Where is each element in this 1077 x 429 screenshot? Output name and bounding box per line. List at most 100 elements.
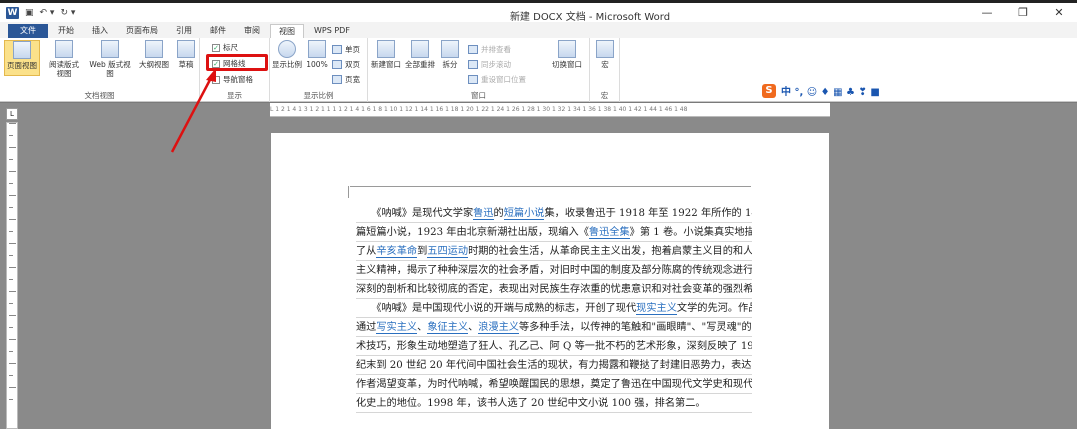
ribbon: 页面视图 阅读版式 视图 Web 版式视图 大纲视图 草稿 文档视图 ✓ 标尺 ✓…: [0, 38, 1077, 102]
split-button[interactable]: 拆分: [438, 40, 462, 69]
text-run: 的: [493, 208, 504, 219]
print-layout-button[interactable]: 页面视图: [4, 40, 40, 76]
text-run: 作者渴望变革，为时代呐喊，希望唤醒国民的思想，奠定了鲁迅在中国现代文学史和现代文: [356, 379, 752, 390]
text-run: 纪末到 20 世纪 20 年代间中国社会生活的现状，有力揭露和鞭挞了封建旧恶势力…: [356, 360, 752, 371]
ruler-tick: [9, 327, 13, 328]
group-window: 新建窗口 全部重排 拆分 并排查看 同步滚动 重设窗口位置 切换窗口 窗口: [368, 38, 590, 102]
tab-page-layout[interactable]: 页面布局: [118, 24, 166, 38]
tab-view[interactable]: 视图: [270, 24, 304, 38]
hyperlink[interactable]: 五四运动: [427, 246, 469, 258]
hyperlink[interactable]: 辛亥革命: [376, 246, 418, 258]
text-line[interactable]: 化史上的地位。1998 年，该书人选了 20 世纪中文小说 100 强，排名第二…: [356, 394, 752, 413]
ruler-tick: [9, 219, 16, 220]
split-icon: [441, 40, 459, 58]
ruler-checkbox[interactable]: ✓ 标尺: [212, 42, 238, 53]
redo-icon[interactable]: ↻ ▾: [60, 8, 75, 18]
ruler-tick: [9, 375, 13, 376]
text-line[interactable]: 作者渴望变革，为时代呐喊，希望唤醒国民的思想，奠定了鲁迅在中国现代文学史和现代文: [356, 375, 752, 394]
word-app-icon[interactable]: W: [6, 6, 19, 19]
one-page-button[interactable]: 单页: [332, 44, 360, 55]
text-run: 深刻的剖析和比较彻底的否定，表现出对民族生存浓重的忧患意识和对社会变革的强烈希望…: [356, 284, 752, 295]
horizontal-ruler[interactable]: L 1 2 1 4 1 3 1 2 1 1 1 1 2 1 4 1 6 1 8 …: [270, 103, 830, 117]
zoom-button[interactable]: 显示比例: [272, 40, 302, 69]
macros-icon: [596, 40, 614, 58]
switch-windows-button[interactable]: 切换窗口: [548, 40, 586, 69]
new-window-button[interactable]: 新建窗口: [370, 40, 402, 69]
tab-home[interactable]: 开始: [50, 24, 82, 38]
two-pages-button[interactable]: 双页: [332, 59, 360, 70]
reset-window-position-button[interactable]: 重设窗口位置: [468, 74, 526, 85]
new-window-icon: [377, 40, 395, 58]
restore-button[interactable]: ❐: [1005, 3, 1041, 22]
hyperlink[interactable]: 象征主义: [427, 322, 469, 334]
ruler-tick: [9, 243, 16, 244]
ruler-tick: [9, 399, 13, 400]
text-line[interactable]: 主义精神，揭示了种种深层次的社会矛盾，对旧时中国的制度及部分陈腐的传统观念进行了: [356, 261, 752, 280]
outline-icon: [145, 40, 163, 58]
text-run: 化史上的地位。1998 年，该书人选了 20 世纪中文小说 100 强，排名第二…: [356, 398, 706, 409]
tab-references[interactable]: 引用: [168, 24, 200, 38]
window-title: 新建 DOCX 文档 - Microsoft Word: [509, 12, 671, 23]
view-side-by-side-button[interactable]: 并排查看: [468, 44, 511, 55]
tab-stop-selector[interactable]: L: [6, 108, 18, 120]
full-screen-reading-button[interactable]: 阅读版式 视图: [44, 40, 84, 78]
one-page-icon: [332, 45, 342, 54]
zoom-100-button[interactable]: 100%: [304, 40, 330, 69]
ruler-tick: [9, 315, 16, 316]
outline-button[interactable]: 大纲视图: [136, 40, 172, 69]
vertical-ruler[interactable]: [6, 122, 18, 429]
sogou-logo-icon: S: [762, 83, 776, 98]
sync-scroll-icon: [468, 60, 478, 69]
hyperlink[interactable]: 短篇小说: [503, 208, 545, 220]
text-line[interactable]: 深刻的剖析和比较彻底的否定，表现出对民族生存浓重的忧患意识和对社会变革的强烈希望…: [356, 280, 752, 299]
hyperlink[interactable]: 鲁迅: [473, 208, 494, 220]
web-layout-button[interactable]: Web 版式视图: [86, 40, 134, 78]
minimize-button[interactable]: —: [969, 3, 1005, 22]
ruler-tick: [9, 303, 13, 304]
hyperlink[interactable]: 现实主义: [636, 303, 677, 315]
magnifier-icon: [278, 40, 296, 58]
header-divider: [350, 186, 751, 187]
text-run: 、: [468, 322, 479, 333]
text-line[interactable]: 纪末到 20 世纪 20 年代间中国社会生活的现状，有力揭露和鞭挞了封建旧恶势力…: [356, 356, 752, 375]
page-width-button[interactable]: 页宽: [332, 74, 360, 85]
ruler-tick: [9, 171, 16, 172]
text-line[interactable]: 术技巧，形象生动地塑造了狂人、孔乙己、阿 Q 等一批不朽的艺术形象，深刻反映了 …: [356, 337, 752, 356]
tab-mailings[interactable]: 邮件: [202, 24, 234, 38]
text-run: 等多种手法，以传神的笔触和"画眼睛"、"写灵魂"的艺: [519, 322, 752, 333]
tab-file[interactable]: 文件: [8, 24, 48, 38]
ruler-tick: [9, 207, 13, 208]
text-line[interactable]: 通过写实主义、象征主义、浪漫主义等多种手法，以传神的笔触和"画眼睛"、"写灵魂"…: [356, 318, 752, 337]
text-line[interactable]: 篇短篇小说，1923 年由北京新潮社出版，现编入《鲁迅全集》第 1 卷。小说集真…: [356, 223, 752, 242]
text-run: 术技巧，形象生动地塑造了狂人、孔乙己、阿 Q 等一批不朽的艺术形象，深刻反映了 …: [356, 341, 752, 352]
page-width-icon: [332, 75, 342, 84]
tab-review[interactable]: 审阅: [236, 24, 268, 38]
navigation-pane-checkbox[interactable]: 导航窗格: [212, 74, 253, 85]
ruler-tick: [9, 195, 16, 196]
text-line[interactable]: 了从辛亥革命到五四运动时期的社会生活，从革命民主主义出发，抱着启蒙主义目的和人道: [356, 242, 752, 261]
save-icon[interactable]: ▣: [25, 8, 34, 18]
sogou-ime-toolbar[interactable]: S中 °, ☺ ♦ ▦ ♣ ❣ ■: [762, 83, 880, 98]
undo-icon[interactable]: ↶ ▾: [40, 8, 55, 18]
hyperlink[interactable]: 鲁迅全集: [588, 227, 630, 239]
draft-button[interactable]: 草稿: [174, 40, 198, 69]
text-run: 到: [417, 246, 428, 257]
tab-insert[interactable]: 插入: [84, 24, 116, 38]
macros-button[interactable]: 宏: [594, 40, 616, 69]
web-layout-icon: [101, 40, 119, 58]
group-document-views: 页面视图 阅读版式 视图 Web 版式视图 大纲视图 草稿 文档视图: [0, 38, 200, 102]
synchronous-scrolling-button[interactable]: 同步滚动: [468, 59, 511, 70]
ruler-tick: [9, 147, 16, 148]
close-button[interactable]: ✕: [1041, 3, 1077, 22]
tab-wps-pdf[interactable]: WPS PDF: [306, 24, 358, 38]
page-100-icon: [308, 40, 326, 58]
document-body[interactable]: 《呐喊》是现代文学家鲁迅的短篇小说集，收录鲁迅于 1918 年至 1922 年所…: [356, 204, 752, 413]
side-by-side-icon: [468, 45, 478, 54]
hyperlink[interactable]: 浪漫主义: [478, 322, 519, 334]
arrange-all-button[interactable]: 全部重排: [404, 40, 436, 69]
text-run: 《呐喊》是现代文学家: [356, 208, 474, 219]
hyperlink[interactable]: 写实主义: [376, 322, 418, 334]
ruler-tick: [9, 267, 16, 268]
text-line[interactable]: 《呐喊》是现代文学家鲁迅的短篇小说集，收录鲁迅于 1918 年至 1922 年所…: [356, 204, 752, 223]
text-line[interactable]: 《呐喊》是中国现代小说的开端与成熟的标志，开创了现代现实主义文学的先河。作品: [356, 299, 752, 318]
